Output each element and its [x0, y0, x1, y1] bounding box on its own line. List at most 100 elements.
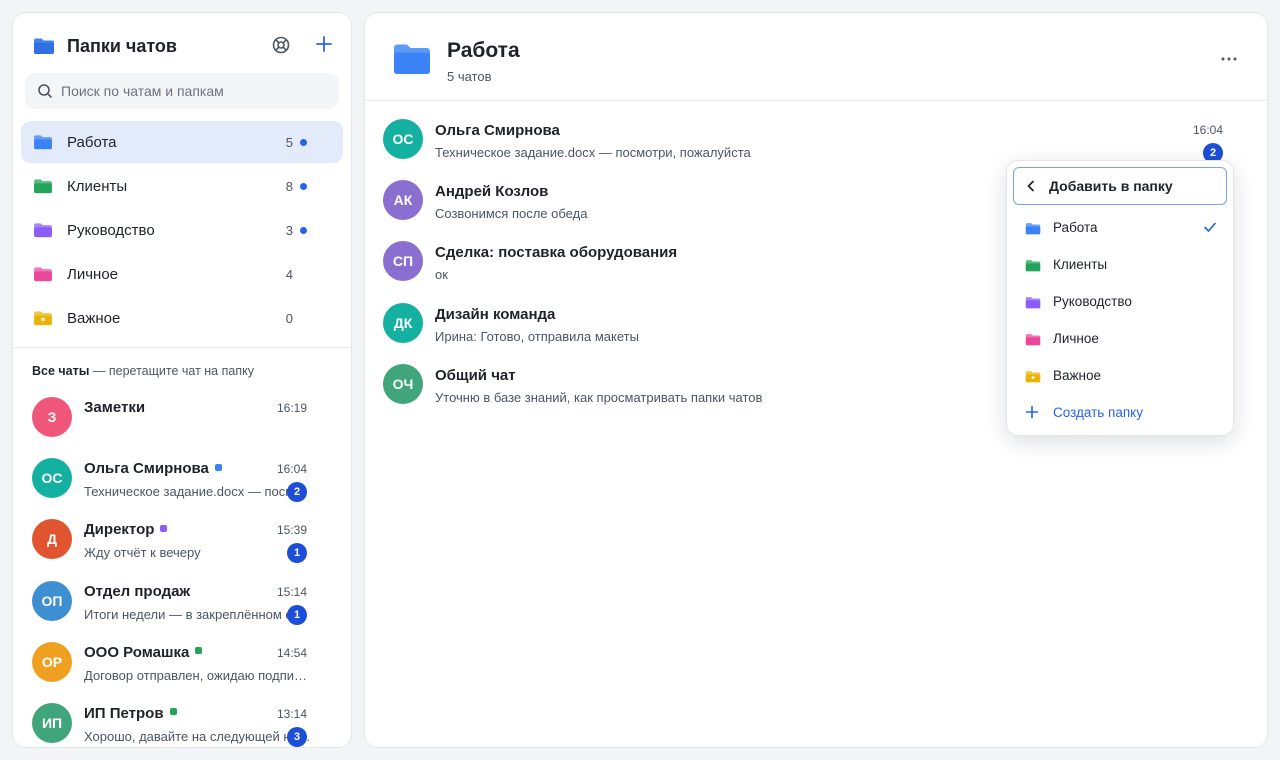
- avatar: ОР: [32, 641, 72, 682]
- folder-icon: [1025, 296, 1041, 314]
- folder-option[interactable]: Личное: [1007, 320, 1233, 357]
- chat-name-wrap: ООО Ромашка: [84, 643, 203, 661]
- star-folder-icon: [33, 310, 53, 331]
- folder-tag: [169, 708, 177, 716]
- menu-title: Добавить в папку: [1049, 178, 1173, 194]
- avatar: Д: [32, 519, 72, 560]
- chat-preview: Жду отчёт к вечеру: [84, 545, 201, 561]
- all-chats-hint-text: — перетащите чат на папку: [89, 364, 254, 378]
- chat-name: Отдел продаж: [84, 582, 191, 600]
- add-folder-button[interactable]: [313, 33, 335, 55]
- chat-time: 16:19: [276, 401, 307, 415]
- folder-option[interactable]: Работа: [1007, 209, 1233, 246]
- chat-list-item[interactable]: ОР ООО Ромашка 14:54 Договор отправлен, ожи…: [13, 633, 351, 694]
- chat-time: 14:54: [276, 645, 307, 660]
- avatar: ОС: [32, 458, 72, 499]
- chevron-left-icon: [1024, 179, 1038, 198]
- folder-icon: [33, 178, 53, 199]
- unread-badge: 1: [287, 543, 307, 564]
- divider: [13, 347, 351, 348]
- chat-preview: Хорошо, давайте на следующей неделе: [84, 728, 312, 744]
- unread-badge: 2: [287, 482, 307, 503]
- chat-name: Сделка: поставка оборудования: [435, 244, 678, 262]
- folder-option[interactable]: Руководство: [1007, 283, 1233, 320]
- folder-option[interactable]: Важное: [1007, 357, 1233, 394]
- folder-title: Работа: [447, 39, 520, 62]
- checkmark-icon: [1203, 220, 1217, 239]
- folder-icon: [33, 266, 53, 287]
- unread-badge: 1: [287, 604, 307, 625]
- unread-dot: [300, 227, 307, 234]
- folder-option[interactable]: Клиенты: [1007, 246, 1233, 283]
- search-input[interactable]: [61, 73, 331, 109]
- sidebar-title: Папки чатов: [67, 36, 177, 56]
- sidebar-folder-item[interactable]: Работа 5: [21, 121, 343, 163]
- folder-count: 3: [285, 223, 293, 238]
- chat-name-wrap: Ольга Смирнова: [84, 460, 222, 477]
- folder-label: Личное: [67, 266, 119, 283]
- folder-option-label: Личное: [1053, 331, 1099, 346]
- star-folder-icon: [1025, 370, 1041, 388]
- folder-header: Работа 5 чатов: [365, 13, 1267, 101]
- folder-count: 5: [285, 135, 293, 150]
- add-to-folder-back-button[interactable]: Добавить в папку: [1013, 167, 1227, 205]
- folder-option-label: Клиенты: [1053, 257, 1108, 272]
- chat-preview: Техническое задание.docx — посмотри, пож…: [435, 145, 751, 160]
- chat-list-item[interactable]: З Заметки 16:19: [13, 388, 351, 449]
- avatar: АК: [383, 180, 423, 221]
- folder-option-label: Руководство: [1053, 294, 1132, 309]
- folder-icon: [33, 222, 53, 243]
- support-icon[interactable]: [271, 35, 291, 55]
- chat-name-wrap: ИП Петров: [84, 705, 177, 722]
- folder-tag: [214, 463, 222, 471]
- create-folder-button[interactable]: Создать папку: [1007, 394, 1233, 431]
- chat-name: ИП Петров: [84, 704, 164, 722]
- chat-name-wrap: Отдел продаж: [84, 583, 190, 600]
- folder-label: Руководство: [67, 222, 155, 239]
- sidebar-folder-item[interactable]: Личное 4: [21, 253, 343, 295]
- chat-name-wrap: Заметки: [84, 399, 145, 416]
- folder-count: 4: [285, 267, 293, 282]
- chat-name: Ольга Смирнова: [435, 122, 560, 139]
- folder-icon: [1025, 259, 1041, 277]
- sidebar-folder-item[interactable]: Руководство 3: [21, 209, 343, 251]
- chat-preview: Договор отправлен, ожидаю подписанный эк…: [84, 667, 312, 683]
- avatar: З: [32, 397, 72, 437]
- folder-label: Важное: [67, 310, 121, 327]
- more-options-icon[interactable]: [1219, 49, 1239, 69]
- sidebar-folder-item[interactable]: Важное 0: [21, 297, 343, 339]
- avatar: ОС: [383, 119, 423, 159]
- chat-name: Директор: [84, 521, 155, 539]
- chat-preview: Созвонимся после обеда: [435, 206, 588, 222]
- chat-list-item[interactable]: ИП ИП Петров 13:14 Хорошо, давайте на следу…: [13, 694, 351, 747]
- folder-icon: [1025, 333, 1041, 351]
- chat-preview: Уточню в базе знаний, как просматривать …: [435, 389, 763, 405]
- chat-preview: Техническое задание.docx — посмотри, пож…: [84, 484, 312, 500]
- chat-name: Общий чат: [435, 366, 516, 384]
- folder-options: Работа Клиенты Руководство Личное Важное Созд…: [1007, 209, 1233, 431]
- search-icon: [37, 83, 53, 104]
- all-chats-list: З Заметки 16:19 ОС Ольга Смирнова 16:04 Технич…: [13, 388, 351, 747]
- chat-list-item[interactable]: ОП Отдел продаж 15:14 Итоги недели — в закр…: [13, 572, 351, 633]
- folders-sidebar: Папки чатов Работа 5 Клиенты 8 Руководство 3 Л…: [12, 12, 352, 748]
- chat-time: 16:04: [1192, 123, 1223, 137]
- chat-time: 13:14: [276, 706, 307, 721]
- sidebar-folder-item[interactable]: Клиенты 8: [21, 165, 343, 207]
- chat-name: ООО Ромашка: [84, 643, 190, 661]
- chat-time: 16:04: [276, 462, 307, 477]
- chat-list-item[interactable]: Д Директор 15:39 Жду отчёт к вечеру 1: [13, 510, 351, 571]
- folder-tag: [160, 524, 168, 532]
- unread-dot: [300, 183, 307, 190]
- chat-name: Ольга Смирнова: [84, 460, 209, 478]
- chat-list-item[interactable]: ОС Ольга Смирнова 16:04 Техническое задание…: [13, 449, 351, 510]
- folder-count: 8: [285, 179, 293, 194]
- all-chats-hint: Все чаты — перетащите чат на папку: [32, 364, 254, 378]
- folder-option-label: Важное: [1053, 368, 1102, 383]
- folder-count: 0: [285, 311, 293, 326]
- chat-name: Заметки: [84, 399, 146, 416]
- avatar: СП: [383, 241, 423, 282]
- folder-label: Клиенты: [67, 178, 128, 195]
- all-chats-label: Все чаты: [32, 364, 90, 378]
- folder-icon: [393, 43, 431, 80]
- avatar: ОЧ: [383, 363, 423, 404]
